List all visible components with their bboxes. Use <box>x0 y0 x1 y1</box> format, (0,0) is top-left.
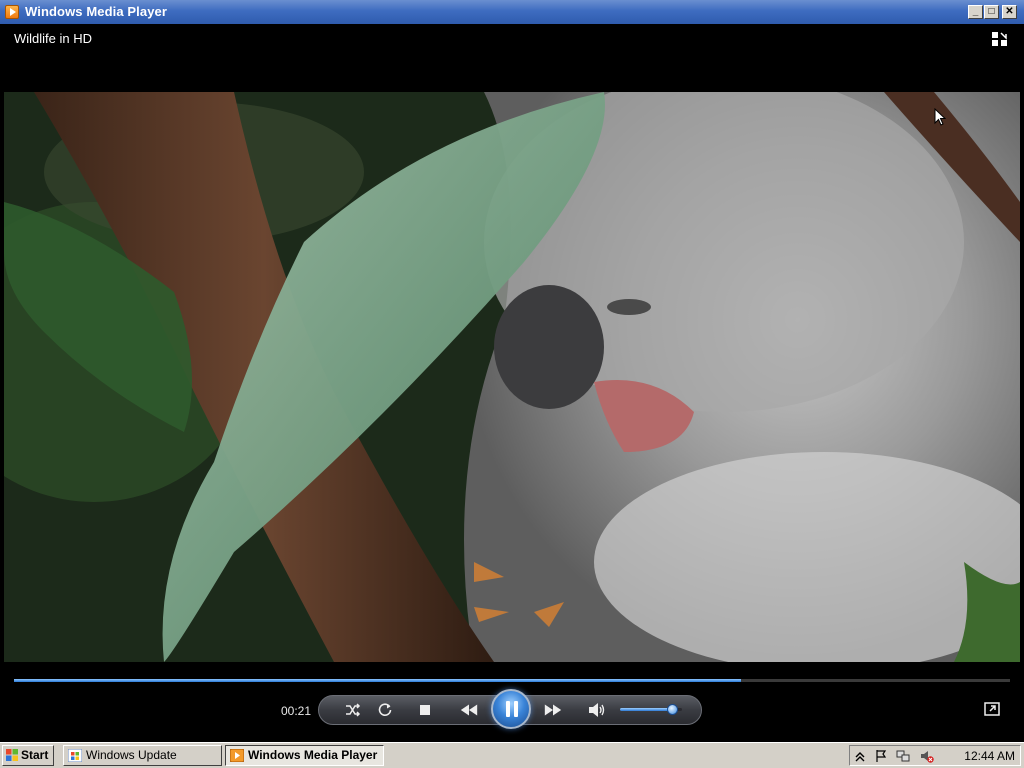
seek-bar[interactable] <box>14 679 1010 682</box>
show-hidden-icons-chevron-icon[interactable] <box>853 749 867 763</box>
elapsed-time: 00:21 <box>281 704 312 718</box>
speaker-icon[interactable] <box>587 700 607 720</box>
action-center-flag-icon[interactable] <box>874 749 888 763</box>
switch-layout-icon[interactable] <box>991 30 1009 48</box>
video-area[interactable] <box>4 92 1020 662</box>
media-player-app-icon[interactable] <box>5 5 19 19</box>
mouse-cursor-icon <box>934 108 946 126</box>
stop-icon[interactable] <box>415 700 435 720</box>
close-button[interactable]: ✕ <box>1002 5 1017 19</box>
task-label: Windows Update <box>86 748 177 762</box>
minimize-button[interactable]: _ <box>968 5 983 19</box>
start-label: Start <box>21 748 49 762</box>
window-title: Windows Media Player <box>25 4 168 19</box>
windows-logo-icon <box>6 749 18 761</box>
shuffle-icon[interactable] <box>343 700 363 720</box>
next-icon[interactable] <box>543 700 563 720</box>
previous-icon[interactable] <box>459 700 479 720</box>
taskbar-item-windows-update[interactable]: Windows Update <box>63 745 222 766</box>
now-playing-title: Wildlife in HD <box>14 31 93 46</box>
system-tray: 12:44 AM <box>849 745 1021 766</box>
taskbar: Start Windows Update Windows Media Playe… <box>0 742 1024 768</box>
title-bar[interactable]: Windows Media Player _ □ ✕ <box>0 0 1024 24</box>
volume-thumb[interactable] <box>666 704 678 715</box>
task-label: Windows Media Player <box>248 748 378 762</box>
windows-update-icon <box>68 749 82 762</box>
video-frame-koala <box>4 92 1020 662</box>
seek-progress <box>14 679 742 682</box>
repeat-icon[interactable] <box>375 700 395 720</box>
start-button[interactable]: Start <box>2 745 54 766</box>
network-icon[interactable] <box>896 749 910 763</box>
volume-level <box>620 708 673 711</box>
taskbar-item-windows-media-player[interactable]: Windows Media Player <box>225 745 384 766</box>
volume-muted-icon[interactable] <box>920 749 934 763</box>
media-player-window: Windows Media Player _ □ ✕ Wildlife in H… <box>0 0 1024 742</box>
maximize-button[interactable]: □ <box>984 5 999 19</box>
pause-button[interactable] <box>491 689 531 729</box>
fullscreen-icon[interactable] <box>984 702 1000 716</box>
media-player-icon <box>230 749 244 762</box>
clock[interactable]: 12:44 AM <box>964 749 1015 763</box>
